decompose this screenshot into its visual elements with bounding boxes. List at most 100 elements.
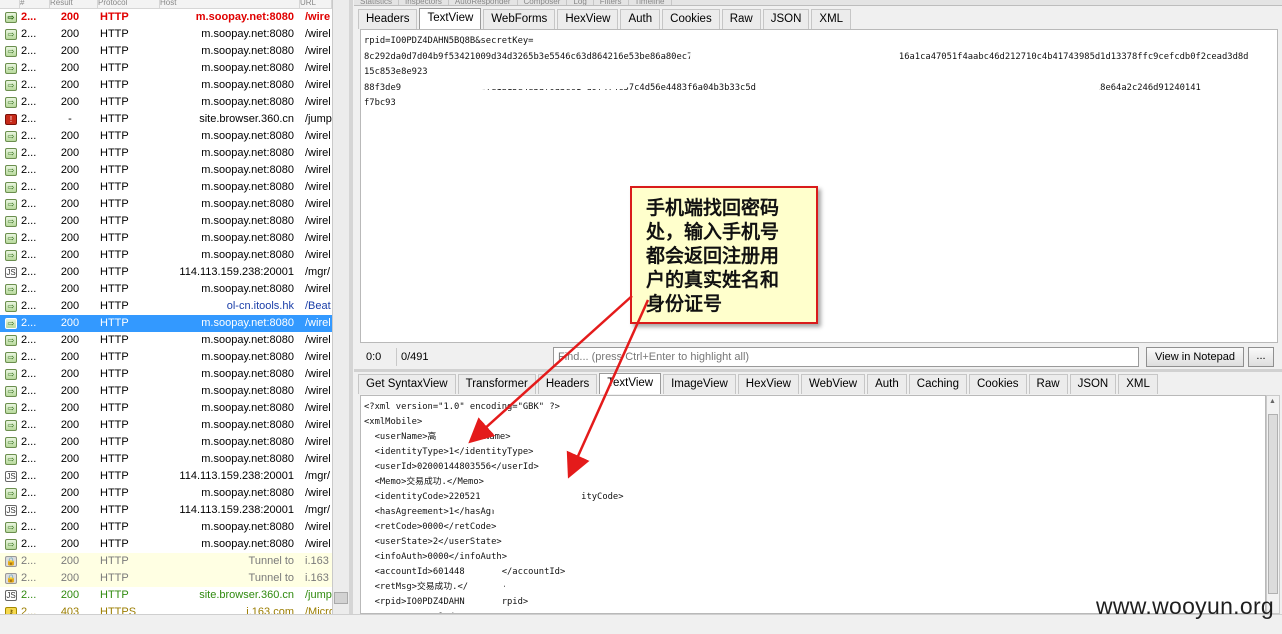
session-row[interactable]: ⇨ 2... 200 HTTP m.soopay.net:8080/wirel	[0, 315, 332, 332]
column-header-protocol[interactable]: Protocol	[98, 0, 160, 8]
request-tab-webforms[interactable]: WebForms	[483, 9, 556, 29]
session-host: 114.113.159.238:20001	[179, 470, 294, 482]
session-row[interactable]: ⇨ 2... 200 HTTP m.soopay.net:8080/wirel	[0, 60, 332, 77]
session-row[interactable]: ⇨ 2... 200 HTTP m.soopay.net:8080/wirel	[0, 162, 332, 179]
session-number: 2...	[21, 521, 37, 533]
view-in-notepad-button[interactable]: View in Notepad	[1146, 347, 1244, 367]
session-row[interactable]: ⇨ 2... 200 HTTP m.soopay.net:8080/wirel	[0, 332, 332, 349]
response-tab-textview[interactable]: TextView	[599, 373, 662, 394]
session-row[interactable]: ⇨ 2... 200 HTTP m.soopay.net:8080/wirel	[0, 26, 332, 43]
session-row[interactable]: ⇨ 2... 200 HTTP m.soopay.net:8080/wirel	[0, 536, 332, 553]
session-url: /wirel	[305, 419, 331, 431]
request-tab-hexview[interactable]: HexView	[557, 9, 619, 29]
session-row[interactable]: 🔒 2... 200 HTTP Tunnel to i.163	[0, 553, 332, 570]
session-row[interactable]: ⇨ 2... 200 HTTP m.soopay.net:8080/wirel	[0, 213, 332, 230]
session-row[interactable]: ⇨ 2... 200 HTTP m.soopay.net:8080/wirel	[0, 145, 332, 162]
session-row[interactable]: ⇨ 2... 200 HTTP m.soopay.net:8080/wirel	[0, 128, 332, 145]
session-row[interactable]: ⇨ 2... 200 HTTP m.soopay.net:8080/wirel	[0, 179, 332, 196]
column-header-number[interactable]: #	[20, 0, 50, 8]
session-row[interactable]: ! 2... - HTTP site.browser.360.cn/jump	[0, 111, 332, 128]
response-tab-transformer[interactable]: Transformer	[457, 374, 536, 394]
watermark: www.wooyun.org	[1095, 593, 1274, 619]
response-tab-auth[interactable]: Auth	[867, 374, 907, 394]
main-tab-autoresponder[interactable]: AutoResponder	[449, 0, 518, 5]
column-header-host[interactable]: Host	[160, 0, 300, 8]
session-row[interactable]: ⇨ 2... 200 HTTP m.soopay.net:8080/wirel	[0, 196, 332, 213]
session-row[interactable]: ⇨ 2... 200 HTTP m.soopay.net:8080/wirel	[0, 247, 332, 264]
request-tab-headers[interactable]: Headers	[358, 9, 418, 29]
request-tab-textview[interactable]: TextView	[419, 8, 482, 29]
session-row[interactable]: JS 2... 200 HTTP 114.113.159.238:20001/mgr/	[0, 264, 332, 281]
response-scrollbar[interactable]: ▲	[1266, 395, 1280, 614]
column-header-icon[interactable]	[0, 0, 20, 8]
column-header-url[interactable]: URL	[300, 0, 332, 8]
main-tab-filters[interactable]: Filters	[594, 0, 629, 5]
session-host: site.browser.360.cn	[199, 589, 294, 601]
script-icon: JS	[5, 471, 17, 482]
request-tab-json[interactable]: JSON	[762, 9, 810, 29]
doc-arrow-icon: ⇨	[5, 369, 17, 380]
session-row[interactable]: ⇨ 2... 200 HTTP m.soopay.net:8080/wirel	[0, 366, 332, 383]
response-tab-caching[interactable]: Caching	[908, 374, 967, 394]
session-number: 2...	[21, 113, 37, 125]
main-tab-statistics[interactable]: Statistics	[354, 0, 400, 5]
session-row[interactable]: JS 2... 200 HTTP site.browser.360.cn/jump	[0, 587, 332, 604]
session-result: 200	[60, 368, 80, 380]
session-row[interactable]: ⇨ 2... 200 HTTP m.soopay.net:8080/wirel	[0, 281, 332, 298]
scroll-up-arrow-icon[interactable]: ▲	[1269, 398, 1276, 405]
session-url: /Beat	[305, 300, 331, 312]
session-row[interactable]: ⇨ 2... 200 HTTP m.soopay.net:8080/wirel	[0, 77, 332, 94]
session-row[interactable]: ⇨ 2... 200 HTTP m.soopay.net:8080/wire	[0, 9, 332, 26]
session-protocol: HTTP	[100, 130, 129, 142]
session-row[interactable]: ⇨ 2... 200 HTTP m.soopay.net:8080/wirel	[0, 349, 332, 366]
session-host: m.soopay.net:8080	[201, 232, 294, 244]
response-tab-xml[interactable]: XML	[1118, 374, 1158, 394]
session-row[interactable]: ⇨ 2... 200 HTTP m.soopay.net:8080/wirel	[0, 43, 332, 60]
main-tab-timeline[interactable]: Timeline	[629, 0, 672, 5]
response-tab-get-syntaxview[interactable]: Get SyntaxView	[358, 374, 456, 394]
response-tab-imageview[interactable]: ImageView	[663, 374, 736, 394]
session-row[interactable]: ⇨ 2... 200 HTTP m.soopay.net:8080/wirel	[0, 400, 332, 417]
session-row[interactable]: ⇨ 2... 200 HTTP m.soopay.net:8080/wirel	[0, 230, 332, 247]
session-host: m.soopay.net:8080	[201, 62, 294, 74]
session-protocol: HTTP	[100, 419, 129, 431]
main-tab-log[interactable]: Log	[567, 0, 594, 5]
session-result: 200	[60, 572, 80, 584]
scrollbar-thumb[interactable]	[1268, 414, 1278, 594]
session-row[interactable]: JS 2... 200 HTTP 114.113.159.238:20001/mgr/	[0, 468, 332, 485]
session-row[interactable]: ⇨ 2... 200 HTTP m.soopay.net:8080/wirel	[0, 519, 332, 536]
scrollbar-thumb[interactable]	[334, 592, 348, 604]
session-result: 200	[60, 11, 80, 23]
request-tab-auth[interactable]: Auth	[620, 9, 661, 29]
main-tab-composer[interactable]: Composer	[518, 0, 568, 5]
session-url: /wirel	[305, 28, 331, 40]
session-number: 2...	[21, 198, 37, 210]
session-row[interactable]: JS 2... 200 HTTP 114.113.159.238:20001/mgr/	[0, 502, 332, 519]
session-row[interactable]: ⇨ 2... 200 HTTP m.soopay.net:8080/wirel	[0, 383, 332, 400]
session-number: 2...	[21, 572, 37, 584]
response-tab-hexview[interactable]: HexView	[737, 374, 799, 394]
response-tab-cookies[interactable]: Cookies	[968, 374, 1027, 394]
session-row[interactable]: ⇨ 2... 200 HTTP m.soopay.net:8080/wirel	[0, 94, 332, 111]
session-row[interactable]: 🔒 2... 200 HTTP Tunnel to i.163	[0, 570, 332, 587]
response-tab-headers[interactable]: Headers	[537, 374, 598, 394]
session-row[interactable]: ⚷ 2... 403 HTTPS i.163.com/Micro	[0, 604, 332, 614]
doc-arrow-icon: ⇨	[5, 352, 17, 363]
session-row[interactable]: ⇨ 2... 200 HTTP m.soopay.net:8080/wirel	[0, 417, 332, 434]
session-protocol: HTTP	[100, 436, 129, 448]
session-row[interactable]: ⇨ 2... 200 HTTP m.soopay.net:8080/wirel	[0, 485, 332, 502]
session-row[interactable]: ⇨ 2... 200 HTTP m.soopay.net:8080/wirel	[0, 434, 332, 451]
request-tab-cookies[interactable]: Cookies	[662, 9, 720, 29]
find-input[interactable]: Find... (press Ctrl+Enter to highlight a…	[553, 347, 1139, 367]
response-tab-raw[interactable]: Raw	[1028, 374, 1068, 394]
response-tab-json[interactable]: JSON	[1069, 374, 1117, 394]
response-tab-webview[interactable]: WebView	[800, 374, 866, 394]
request-tab-xml[interactable]: XML	[811, 9, 852, 29]
session-row[interactable]: ⇨ 2... 200 HTTP ol-cn.itools.hk/Beat	[0, 298, 332, 315]
more-options-button[interactable]: ...	[1248, 347, 1274, 367]
request-tab-raw[interactable]: Raw	[721, 9, 761, 29]
pane-splitter[interactable]	[349, 0, 353, 614]
column-header-result[interactable]: Result	[50, 0, 98, 8]
main-tab-inspectors[interactable]: Inspectors	[399, 0, 449, 5]
session-row[interactable]: ⇨ 2... 200 HTTP m.soopay.net:8080/wirel	[0, 451, 332, 468]
